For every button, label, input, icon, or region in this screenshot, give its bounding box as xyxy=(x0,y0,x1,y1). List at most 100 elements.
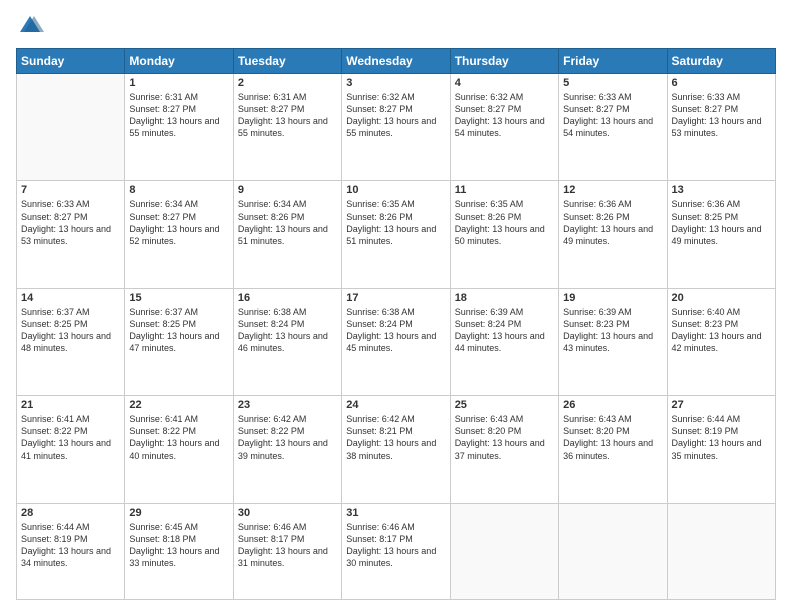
calendar-week-row: 7Sunrise: 6:33 AMSunset: 8:27 PMDaylight… xyxy=(17,181,776,288)
cell-info: Sunrise: 6:45 AMSunset: 8:18 PMDaylight:… xyxy=(129,521,228,570)
calendar-cell: 22 Sunrise: 6:41 AMSunset: 8:22 PMDayligh… xyxy=(125,396,233,503)
day-number: 20 xyxy=(672,292,771,304)
day-number: 14 xyxy=(21,292,120,304)
calendar-cell xyxy=(559,503,667,599)
cell-info: Sunrise: 6:39 AMSunset: 8:24 PMDaylight:… xyxy=(455,306,554,355)
calendar-cell: 25 Sunrise: 6:43 AMSunset: 8:20 PMDayligh… xyxy=(450,396,558,503)
cell-info: Sunrise: 6:43 AMSunset: 8:20 PMDaylight:… xyxy=(563,413,662,462)
day-number: 1 xyxy=(129,77,228,89)
calendar-day-header: Saturday xyxy=(667,49,775,74)
cell-info: Sunrise: 6:33 AMSunset: 8:27 PMDaylight:… xyxy=(672,91,771,140)
cell-info: Sunrise: 6:41 AMSunset: 8:22 PMDaylight:… xyxy=(21,413,120,462)
day-number: 21 xyxy=(21,399,120,411)
day-number: 27 xyxy=(672,399,771,411)
day-number: 26 xyxy=(563,399,662,411)
day-number: 12 xyxy=(563,184,662,196)
cell-info: Sunrise: 6:36 AMSunset: 8:26 PMDaylight:… xyxy=(563,198,662,247)
cell-info: Sunrise: 6:42 AMSunset: 8:22 PMDaylight:… xyxy=(238,413,337,462)
day-number: 9 xyxy=(238,184,337,196)
day-number: 25 xyxy=(455,399,554,411)
calendar-table: SundayMondayTuesdayWednesdayThursdayFrid… xyxy=(16,48,776,600)
cell-info: Sunrise: 6:40 AMSunset: 8:23 PMDaylight:… xyxy=(672,306,771,355)
calendar-cell: 6Sunrise: 6:33 AMSunset: 8:27 PMDaylight… xyxy=(667,74,775,181)
cell-info: Sunrise: 6:41 AMSunset: 8:22 PMDaylight:… xyxy=(129,413,228,462)
day-number: 2 xyxy=(238,77,337,89)
cell-info: Sunrise: 6:32 AMSunset: 8:27 PMDaylight:… xyxy=(346,91,445,140)
cell-info: Sunrise: 6:43 AMSunset: 8:20 PMDaylight:… xyxy=(455,413,554,462)
calendar-cell xyxy=(17,74,125,181)
cell-info: Sunrise: 6:36 AMSunset: 8:25 PMDaylight:… xyxy=(672,198,771,247)
cell-info: Sunrise: 6:33 AMSunset: 8:27 PMDaylight:… xyxy=(563,91,662,140)
calendar-day-header: Sunday xyxy=(17,49,125,74)
day-number: 8 xyxy=(129,184,228,196)
calendar-day-header: Tuesday xyxy=(233,49,341,74)
calendar-cell: 23 Sunrise: 6:42 AMSunset: 8:22 PMDayligh… xyxy=(233,396,341,503)
calendar-cell: 7Sunrise: 6:33 AMSunset: 8:27 PMDaylight… xyxy=(17,181,125,288)
cell-info: Sunrise: 6:38 AMSunset: 8:24 PMDaylight:… xyxy=(238,306,337,355)
calendar-cell: 2Sunrise: 6:31 AMSunset: 8:27 PMDaylight… xyxy=(233,74,341,181)
calendar-week-row: 14 Sunrise: 6:37 AMSunset: 8:25 PMDayligh… xyxy=(17,288,776,395)
day-number: 16 xyxy=(238,292,337,304)
day-number: 13 xyxy=(672,184,771,196)
calendar-cell: 19Sunrise: 6:39 AMSunset: 8:23 PMDayligh… xyxy=(559,288,667,395)
calendar-cell: 24 Sunrise: 6:42 AMSunset: 8:21 PMDayligh… xyxy=(342,396,450,503)
logo-icon xyxy=(16,12,44,40)
calendar-cell: 28 Sunrise: 6:44 AMSunset: 8:19 PMDayligh… xyxy=(17,503,125,599)
calendar-cell: 31Sunrise: 6:46 AMSunset: 8:17 PMDayligh… xyxy=(342,503,450,599)
day-number: 10 xyxy=(346,184,445,196)
day-number: 24 xyxy=(346,399,445,411)
day-number: 11 xyxy=(455,184,554,196)
calendar-cell xyxy=(450,503,558,599)
cell-info: Sunrise: 6:31 AMSunset: 8:27 PMDaylight:… xyxy=(129,91,228,140)
calendar-cell: 16 Sunrise: 6:38 AMSunset: 8:24 PMDayligh… xyxy=(233,288,341,395)
cell-info: Sunrise: 6:46 AMSunset: 8:17 PMDaylight:… xyxy=(238,521,337,570)
day-number: 30 xyxy=(238,507,337,519)
calendar-cell: 9 Sunrise: 6:34 AMSunset: 8:26 PMDaylight… xyxy=(233,181,341,288)
day-number: 17 xyxy=(346,292,445,304)
cell-info: Sunrise: 6:32 AMSunset: 8:27 PMDaylight:… xyxy=(455,91,554,140)
header xyxy=(16,12,776,40)
cell-info: Sunrise: 6:35 AMSunset: 8:26 PMDaylight:… xyxy=(346,198,445,247)
calendar-header-row: SundayMondayTuesdayWednesdayThursdayFrid… xyxy=(17,49,776,74)
cell-info: Sunrise: 6:35 AMSunset: 8:26 PMDaylight:… xyxy=(455,198,554,247)
cell-info: Sunrise: 6:42 AMSunset: 8:21 PMDaylight:… xyxy=(346,413,445,462)
calendar-cell: 21 Sunrise: 6:41 AMSunset: 8:22 PMDayligh… xyxy=(17,396,125,503)
calendar-cell: 26 Sunrise: 6:43 AMSunset: 8:20 PMDayligh… xyxy=(559,396,667,503)
cell-info: Sunrise: 6:44 AMSunset: 8:19 PMDaylight:… xyxy=(21,521,120,570)
cell-info: Sunrise: 6:46 AMSunset: 8:17 PMDaylight:… xyxy=(346,521,445,570)
calendar-cell: 18 Sunrise: 6:39 AMSunset: 8:24 PMDayligh… xyxy=(450,288,558,395)
day-number: 18 xyxy=(455,292,554,304)
calendar-cell: 10 Sunrise: 6:35 AMSunset: 8:26 PMDayligh… xyxy=(342,181,450,288)
day-number: 22 xyxy=(129,399,228,411)
cell-info: Sunrise: 6:34 AMSunset: 8:26 PMDaylight:… xyxy=(238,198,337,247)
day-number: 3 xyxy=(346,77,445,89)
calendar-week-row: 21 Sunrise: 6:41 AMSunset: 8:22 PMDayligh… xyxy=(17,396,776,503)
calendar-cell: 5 Sunrise: 6:33 AMSunset: 8:27 PMDaylight… xyxy=(559,74,667,181)
calendar-week-row: 1 Sunrise: 6:31 AMSunset: 8:27 PMDaylight… xyxy=(17,74,776,181)
calendar-day-header: Thursday xyxy=(450,49,558,74)
calendar-cell: 27 Sunrise: 6:44 AMSunset: 8:19 PMDayligh… xyxy=(667,396,775,503)
calendar-cell: 13 Sunrise: 6:36 AMSunset: 8:25 PMDayligh… xyxy=(667,181,775,288)
cell-info: Sunrise: 6:37 AMSunset: 8:25 PMDaylight:… xyxy=(129,306,228,355)
calendar-cell: 17Sunrise: 6:38 AMSunset: 8:24 PMDayligh… xyxy=(342,288,450,395)
calendar-day-header: Friday xyxy=(559,49,667,74)
day-number: 7 xyxy=(21,184,120,196)
cell-info: Sunrise: 6:34 AMSunset: 8:27 PMDaylight:… xyxy=(129,198,228,247)
calendar-day-header: Wednesday xyxy=(342,49,450,74)
cell-info: Sunrise: 6:44 AMSunset: 8:19 PMDaylight:… xyxy=(672,413,771,462)
calendar-cell: 4Sunrise: 6:32 AMSunset: 8:27 PMDaylight… xyxy=(450,74,558,181)
calendar-cell: 1 Sunrise: 6:31 AMSunset: 8:27 PMDaylight… xyxy=(125,74,233,181)
logo xyxy=(16,12,48,40)
calendar-cell: 30 Sunrise: 6:46 AMSunset: 8:17 PMDayligh… xyxy=(233,503,341,599)
day-number: 28 xyxy=(21,507,120,519)
day-number: 23 xyxy=(238,399,337,411)
calendar-week-row: 28 Sunrise: 6:44 AMSunset: 8:19 PMDayligh… xyxy=(17,503,776,599)
calendar-cell: 20 Sunrise: 6:40 AMSunset: 8:23 PMDayligh… xyxy=(667,288,775,395)
day-number: 29 xyxy=(129,507,228,519)
cell-info: Sunrise: 6:39 AMSunset: 8:23 PMDaylight:… xyxy=(563,306,662,355)
calendar-cell: 14Sunrise: 6:37 AMSunset: 8:25 PMDayligh… xyxy=(17,288,125,395)
day-number: 5 xyxy=(563,77,662,89)
calendar-cell xyxy=(667,503,775,599)
calendar-day-header: Monday xyxy=(125,49,233,74)
calendar-cell: 11 Sunrise: 6:35 AMSunset: 8:26 PMDayligh… xyxy=(450,181,558,288)
